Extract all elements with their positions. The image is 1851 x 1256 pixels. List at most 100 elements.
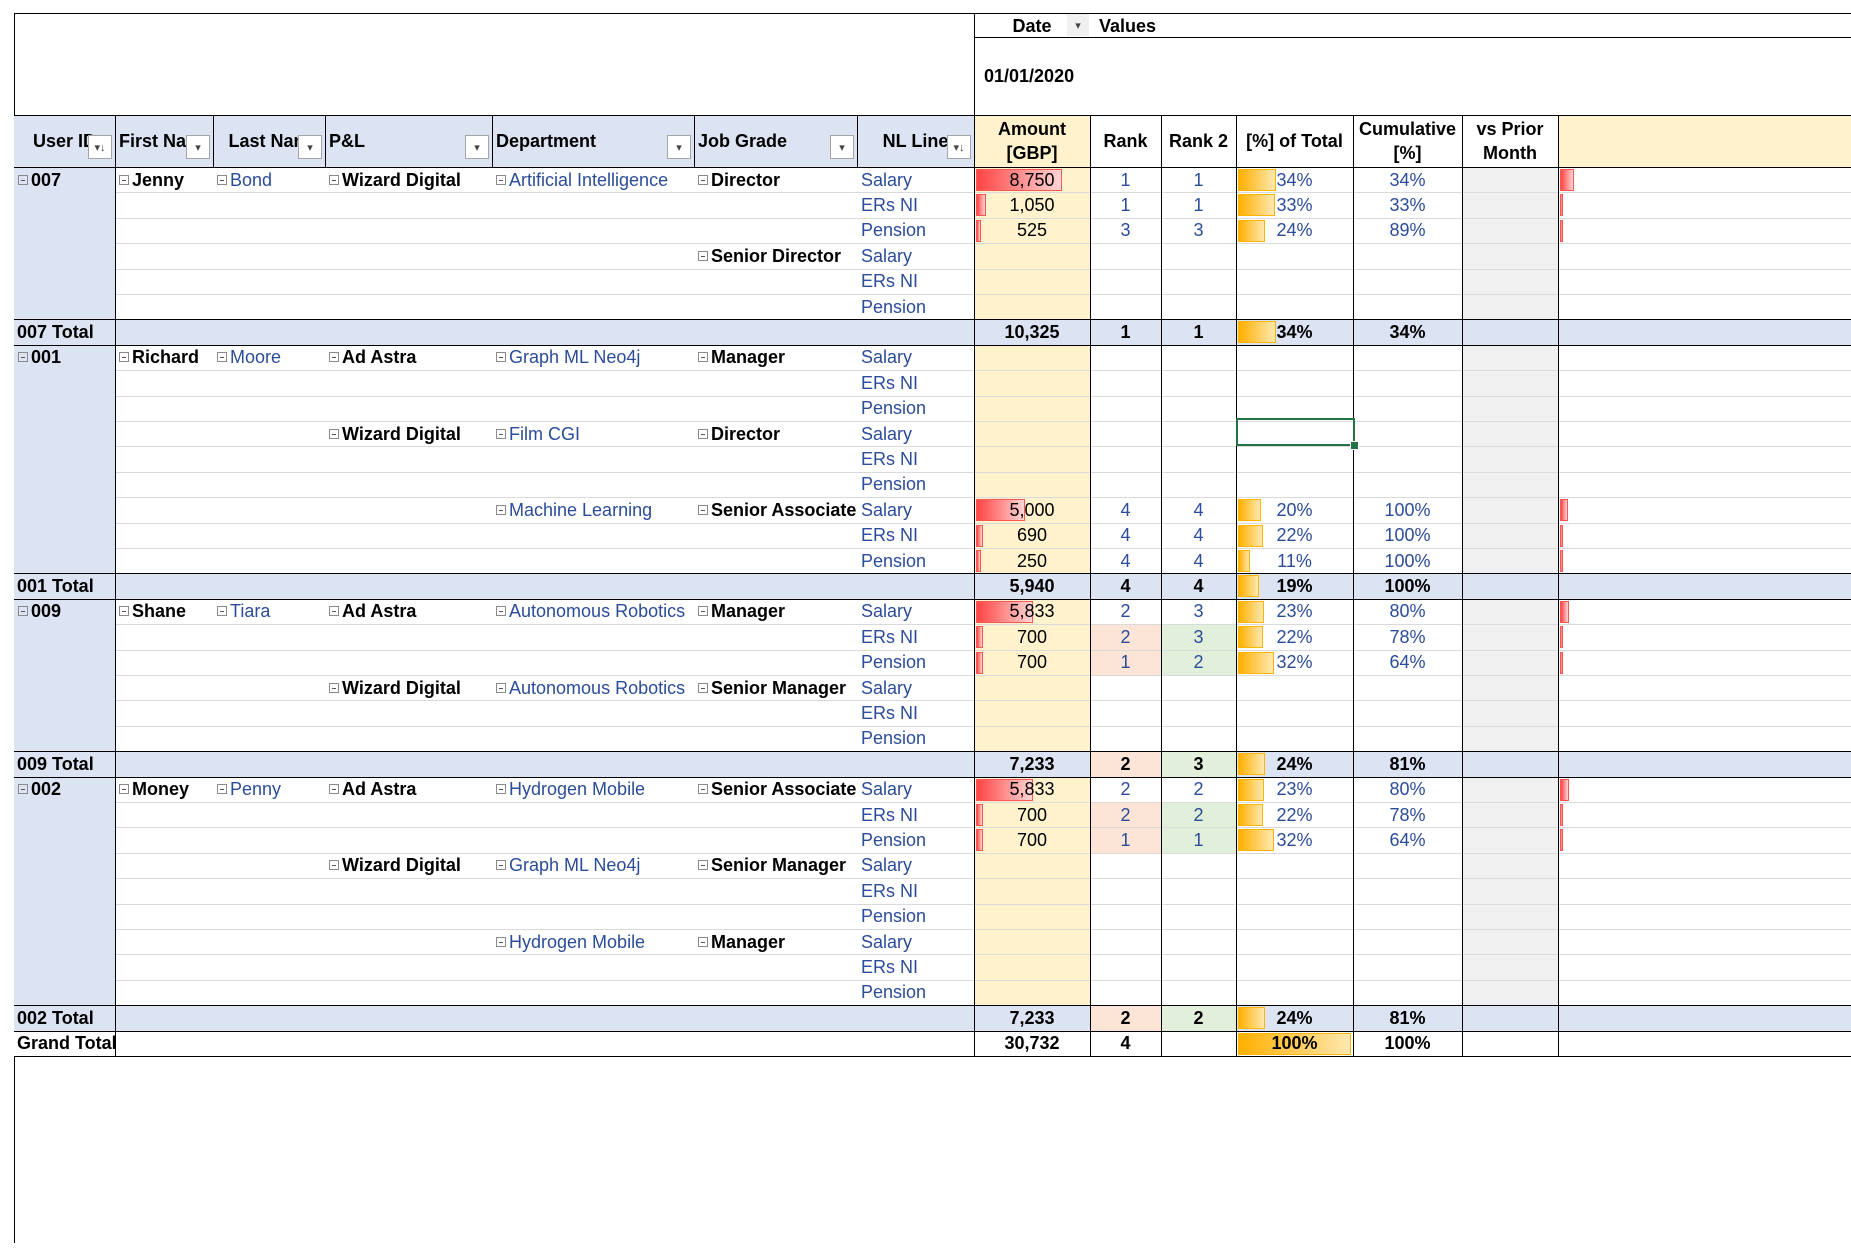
rank2-value[interactable]: 3 — [1161, 599, 1236, 624]
row-nl-line-cell[interactable]: Pension — [861, 218, 974, 243]
cumulative-value[interactable]: 80% — [1353, 777, 1462, 802]
row-nl-line-cell[interactable]: Salary — [861, 345, 974, 370]
row-uid-cell[interactable]: 001 — [18, 345, 115, 370]
row-pl-cell[interactable]: Wizard Digital — [329, 421, 492, 446]
collapse-minus-icon[interactable] — [698, 428, 708, 439]
collapse-minus-icon[interactable] — [18, 352, 28, 363]
collapse-minus-icon[interactable] — [329, 784, 339, 795]
row-dept-cell[interactable]: Hydrogen Mobile — [496, 929, 694, 954]
collapse-minus-icon[interactable] — [698, 682, 708, 693]
pct-value[interactable]: 32% — [1236, 827, 1353, 852]
pct-value[interactable]: 23% — [1236, 599, 1353, 624]
rank2-value[interactable]: 4 — [1161, 573, 1236, 598]
row-uid-cell[interactable]: 007 — [18, 167, 115, 192]
rank-value[interactable]: 1 — [1090, 319, 1161, 344]
sort-filter-icon[interactable]: ▾↓ — [947, 135, 971, 159]
row-nl-line-cell[interactable]: ERs NI — [861, 446, 974, 471]
row-nl-line-cell[interactable]: Salary — [861, 497, 974, 522]
collapse-minus-icon[interactable] — [496, 352, 506, 363]
pct-value[interactable]: 24% — [1236, 751, 1353, 776]
pct-value[interactable]: 20% — [1236, 497, 1353, 522]
pct-value[interactable]: 22% — [1236, 523, 1353, 548]
row-nl-line-cell[interactable]: Pension — [861, 472, 974, 497]
collapse-minus-icon[interactable] — [698, 174, 708, 185]
collapse-minus-icon[interactable] — [119, 352, 129, 363]
total-label[interactable]: 002 Total — [17, 1005, 417, 1030]
cumulative-value[interactable]: 78% — [1353, 624, 1462, 649]
row-nl-line-cell[interactable]: Pension — [861, 650, 974, 675]
amount-value[interactable]: 690 — [974, 523, 1090, 548]
row-uid-cell[interactable]: 002 — [18, 777, 115, 802]
row-nl-line-cell[interactable]: ERs NI — [861, 523, 974, 548]
pct-value[interactable]: 100% — [1236, 1031, 1353, 1056]
collapse-minus-icon[interactable] — [329, 606, 339, 617]
row-nl-line-cell[interactable]: ERs NI — [861, 700, 974, 725]
pct-value[interactable]: 32% — [1236, 650, 1353, 675]
collapse-minus-icon[interactable] — [119, 174, 129, 185]
row-nl-line-cell[interactable]: ERs NI — [861, 624, 974, 649]
row-nl-line-cell[interactable]: Pension — [861, 726, 974, 751]
pct-value[interactable]: 34% — [1236, 319, 1353, 344]
total-label[interactable]: 001 Total — [17, 573, 417, 598]
pct-value[interactable]: 34% — [1236, 167, 1353, 192]
row-last-cell[interactable]: Tiara — [217, 599, 325, 624]
collapse-minus-icon[interactable] — [329, 174, 339, 185]
rank-value[interactable]: 4 — [1090, 1031, 1161, 1056]
row-pl-cell[interactable]: Wizard Digital — [329, 853, 492, 878]
sort-filter-icon[interactable]: ▾↓ — [88, 135, 112, 159]
collapse-minus-icon[interactable] — [217, 606, 227, 617]
row-dept-cell[interactable]: Graph ML Neo4j — [496, 853, 694, 878]
collapse-minus-icon[interactable] — [18, 784, 28, 795]
row-dept-cell[interactable]: Film CGI — [496, 421, 694, 446]
row-nl-line-cell[interactable]: Salary — [861, 243, 974, 268]
rank-value[interactable]: 4 — [1090, 497, 1161, 522]
collapse-minus-icon[interactable] — [18, 606, 28, 617]
cumulative-value[interactable]: 100% — [1353, 523, 1462, 548]
filter-dropdown-icon[interactable]: ▾ — [298, 135, 322, 159]
collapse-minus-icon[interactable] — [329, 682, 339, 693]
cumulative-value[interactable]: 64% — [1353, 827, 1462, 852]
cumulative-value[interactable]: 81% — [1353, 751, 1462, 776]
total-label[interactable]: Grand Total — [17, 1031, 417, 1056]
rank2-value[interactable]: 3 — [1161, 624, 1236, 649]
row-nl-line-cell[interactable]: Pension — [861, 396, 974, 421]
rank2-value[interactable]: 4 — [1161, 548, 1236, 573]
collapse-minus-icon[interactable] — [698, 250, 708, 261]
row-pl-cell[interactable]: Ad Astra — [329, 345, 492, 370]
collapse-minus-icon[interactable] — [217, 174, 227, 185]
collapse-minus-icon[interactable] — [496, 936, 506, 947]
cumulative-value[interactable]: 33% — [1353, 192, 1462, 217]
rank2-value[interactable]: 2 — [1161, 650, 1236, 675]
rank-value[interactable]: 2 — [1090, 802, 1161, 827]
amount-value[interactable]: 1,050 — [974, 192, 1090, 217]
collapse-minus-icon[interactable] — [496, 682, 506, 693]
rank-value[interactable]: 1 — [1090, 192, 1161, 217]
row-nl-line-cell[interactable]: ERs NI — [861, 370, 974, 395]
row-first-cell[interactable]: Richard — [119, 345, 213, 370]
column-header-amount[interactable]: Amount [GBP] — [974, 115, 1090, 167]
row-first-cell[interactable]: Shane — [119, 599, 213, 624]
amount-value[interactable]: 525 — [974, 218, 1090, 243]
row-grade-cell[interactable]: Senior Director — [698, 243, 857, 268]
rank2-value[interactable]: 3 — [1161, 751, 1236, 776]
cumulative-value[interactable]: 81% — [1353, 1005, 1462, 1030]
row-dept-cell[interactable]: Machine Learning — [496, 497, 694, 522]
total-label[interactable]: 009 Total — [17, 751, 417, 776]
collapse-minus-icon[interactable] — [217, 352, 227, 363]
cumulative-value[interactable]: 78% — [1353, 802, 1462, 827]
collapse-minus-icon[interactable] — [496, 428, 506, 439]
selected-cell[interactable] — [1236, 418, 1355, 446]
row-nl-line-cell[interactable]: Pension — [861, 294, 974, 319]
rank2-value[interactable]: 2 — [1161, 777, 1236, 802]
row-nl-line-cell[interactable]: ERs NI — [861, 954, 974, 979]
row-grade-cell[interactable]: Senior Associate — [698, 777, 857, 802]
column-header-vs-prior-month[interactable]: vs Prior Month — [1462, 115, 1558, 167]
collapse-minus-icon[interactable] — [119, 784, 129, 795]
collapse-minus-icon[interactable] — [698, 936, 708, 947]
row-last-cell[interactable]: Penny — [217, 777, 325, 802]
row-grade-cell[interactable]: Senior Manager — [698, 675, 857, 700]
row-nl-line-cell[interactable]: Pension — [861, 827, 974, 852]
row-dept-cell[interactable]: Autonomous Robotics — [496, 599, 694, 624]
row-nl-line-cell[interactable]: Pension — [861, 548, 974, 573]
rank-value[interactable]: 4 — [1090, 548, 1161, 573]
